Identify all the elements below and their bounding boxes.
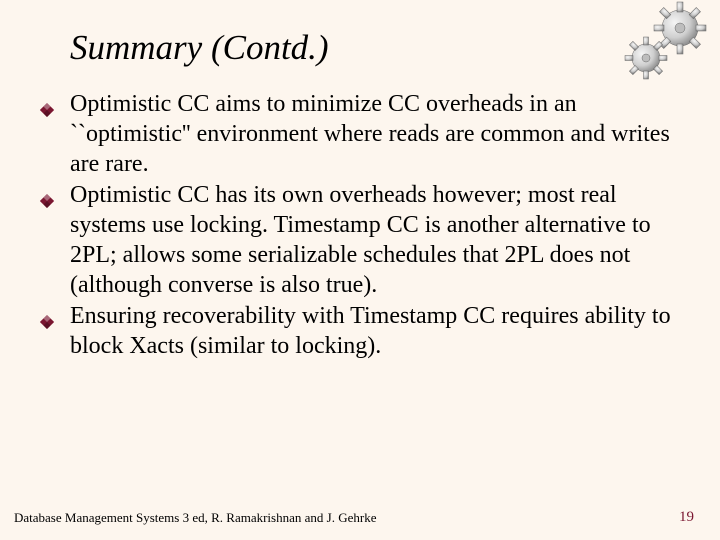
bullet-icon (40, 187, 54, 201)
slide: Summary (Contd.) Optimistic CC aims to m… (0, 0, 720, 540)
bullet-text: Optimistic CC aims to minimize CC overhe… (70, 91, 670, 177)
bullet-icon (40, 96, 54, 110)
bullet-text: Optimistic CC has its own overheads howe… (70, 182, 651, 297)
bullet-list: Optimistic CC aims to minimize CC overhe… (36, 90, 672, 362)
footer-text: Database Management Systems 3 ed, R. Ram… (14, 510, 376, 526)
page-number: 19 (679, 509, 694, 526)
slide-title: Summary (Contd.) (70, 28, 672, 68)
bullet-text: Ensuring recoverability with Timestamp C… (70, 303, 671, 359)
list-item: Optimistic CC aims to minimize CC overhe… (36, 90, 672, 179)
list-item: Optimistic CC has its own overheads howe… (36, 181, 672, 300)
gears-decoration (610, 0, 720, 90)
bullet-icon (40, 308, 54, 322)
list-item: Ensuring recoverability with Timestamp C… (36, 302, 672, 362)
